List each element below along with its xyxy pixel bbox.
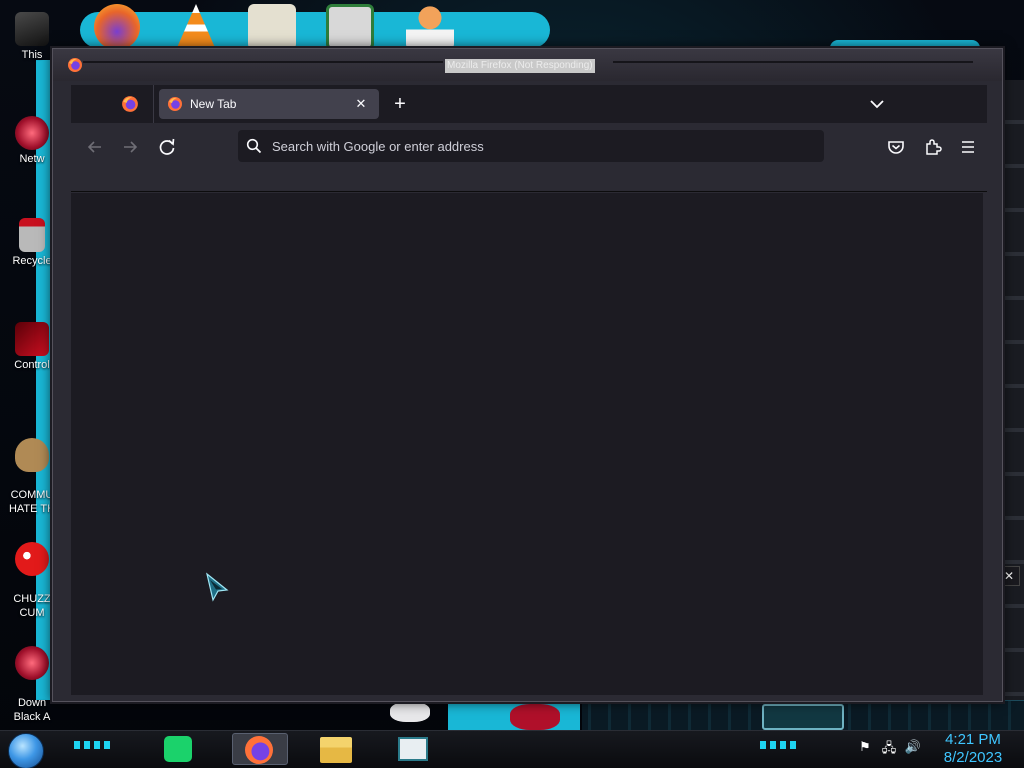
window-title-bar[interactable]: Mozilla Firefox (Not Responding) bbox=[53, 49, 1002, 81]
control-panel-icon bbox=[15, 322, 49, 356]
clock-date[interactable]: 8/2/2023 bbox=[938, 749, 1008, 767]
navigation-toolbar bbox=[71, 125, 987, 192]
mouse-cursor-icon bbox=[206, 572, 229, 602]
search-input[interactable] bbox=[272, 130, 812, 162]
chevron-down-icon[interactable] bbox=[867, 94, 887, 114]
money-bag-icon bbox=[15, 438, 49, 472]
extensions-icon[interactable] bbox=[919, 133, 947, 161]
desktop-icon-label: Down Black A bbox=[13, 697, 51, 723]
desktop-icon-label: CHUZZ CUM bbox=[13, 593, 51, 619]
page-content[interactable] bbox=[71, 193, 983, 695]
firefox-view-icon[interactable] bbox=[121, 95, 139, 113]
hxd-icon[interactable] bbox=[248, 4, 296, 50]
wallpaper-shape bbox=[390, 702, 430, 722]
clock-time[interactable]: 4:21 PM bbox=[938, 731, 1008, 749]
frame-groove bbox=[613, 61, 973, 63]
tab-new-tab[interactable]: New Tab ✕ bbox=[159, 89, 379, 119]
wallpaper-shape bbox=[510, 704, 560, 730]
firefox-icon bbox=[68, 58, 82, 72]
desktop-icon-label: This bbox=[21, 49, 43, 61]
close-icon[interactable]: ✕ bbox=[351, 94, 371, 114]
wallpaper-shape bbox=[80, 12, 550, 48]
back-icon[interactable] bbox=[81, 133, 109, 161]
tab-separator bbox=[153, 85, 154, 123]
firefox-icon bbox=[245, 736, 273, 764]
taskbar: ⚑ 🖧 🔊 4:21 PM 8/2/2023 bbox=[0, 730, 1024, 768]
reload-icon[interactable] bbox=[153, 133, 181, 161]
firefox-icon bbox=[168, 97, 182, 111]
user-icon[interactable] bbox=[406, 4, 454, 50]
tab-strip: New Tab ✕ + bbox=[71, 85, 987, 123]
taskbar-app-notes[interactable] bbox=[150, 733, 206, 765]
hamburger-menu-icon[interactable] bbox=[954, 133, 982, 161]
system-tray: ⚑ 🖧 🔊 bbox=[850, 739, 930, 761]
browser-window: Mozilla Firefox (Not Responding) New Tab… bbox=[52, 48, 1003, 702]
notes-icon bbox=[164, 736, 192, 762]
desktop-icon-label: Control bbox=[14, 359, 50, 371]
forward-icon[interactable] bbox=[116, 133, 144, 161]
frame-groove bbox=[83, 61, 443, 63]
action-center-flag-icon[interactable]: ⚑ bbox=[856, 739, 874, 757]
computer-icon bbox=[15, 12, 49, 46]
recycle-bin-icon bbox=[19, 218, 45, 252]
taskbar-app-firefox[interactable] bbox=[232, 733, 288, 765]
tab-title: New Tab bbox=[190, 97, 237, 111]
taskbar-app-document[interactable] bbox=[386, 733, 442, 765]
network-icon bbox=[15, 116, 49, 150]
document-icon bbox=[398, 737, 428, 761]
start-button[interactable] bbox=[8, 733, 44, 768]
address-bar[interactable] bbox=[238, 130, 824, 162]
taskbar-app-file-explorer[interactable] bbox=[308, 733, 364, 765]
desktop-icon-label: COMMU HATE TH bbox=[8, 489, 56, 515]
search-icon bbox=[246, 138, 262, 154]
desktop-icon-label: Recycle bbox=[12, 255, 52, 267]
folder-icon bbox=[320, 737, 352, 763]
network-icon[interactable]: 🖧 bbox=[880, 739, 898, 757]
chuzzle-icon bbox=[15, 542, 49, 576]
taskbar-decoration bbox=[760, 741, 800, 749]
window-title: Mozilla Firefox (Not Responding) bbox=[445, 59, 595, 73]
firefox-icon[interactable] bbox=[94, 4, 140, 50]
desktop-icon-label: Netw bbox=[19, 153, 45, 165]
app-icon[interactable] bbox=[326, 4, 374, 50]
download-icon bbox=[15, 646, 49, 680]
pocket-icon[interactable] bbox=[882, 133, 910, 161]
taskbar-decoration bbox=[74, 741, 114, 749]
wallpaper-chip bbox=[762, 704, 844, 730]
new-tab-button[interactable]: + bbox=[387, 91, 413, 117]
volume-icon[interactable]: 🔊 bbox=[904, 739, 922, 757]
